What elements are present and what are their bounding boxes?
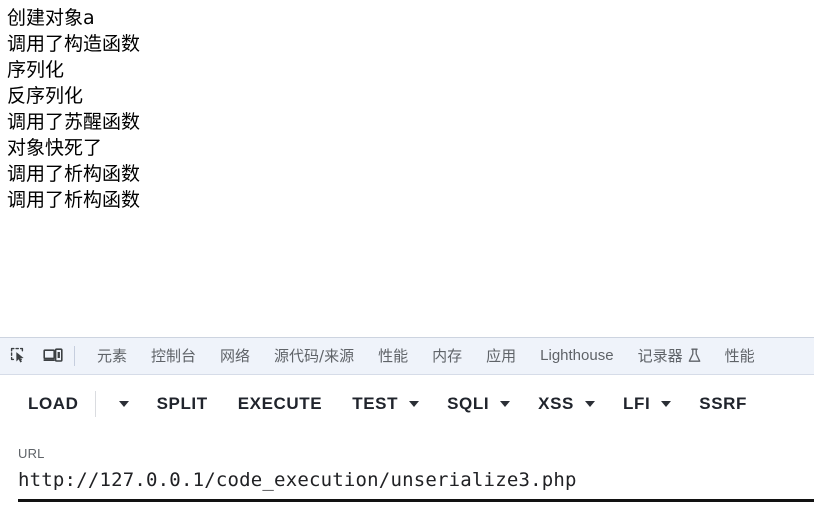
chevron-down-icon[interactable] xyxy=(118,401,129,407)
action-group-split: SPLIT xyxy=(155,388,210,420)
device-toolbar-icon[interactable] xyxy=(38,342,68,370)
action-group-execute: EXECUTE xyxy=(236,388,325,420)
lfi-chevron-down-icon[interactable] xyxy=(661,401,672,407)
page-output-area: 创建对象a 调用了构造函数 序列化反序列化调用了苏醒函数 对象快死了调用了析构函数 调用… xyxy=(0,0,814,337)
url-label: URL xyxy=(18,446,45,461)
load-separator xyxy=(94,391,96,417)
action-group-xss: XSS xyxy=(536,388,595,420)
output-line: 调用了构造函数 xyxy=(7,33,141,55)
tab-memory[interactable]: 内存 xyxy=(420,338,474,374)
tab-recorder[interactable]: 记录器 xyxy=(626,338,713,374)
tab-elements[interactable]: 元素 xyxy=(85,338,139,374)
test-button[interactable]: TEST xyxy=(350,388,400,420)
output-line: 序列化 xyxy=(7,59,65,81)
action-group-lfi: LFI xyxy=(621,388,672,420)
devtools-tab-strip: 元素 控制台 网络 源代码/来源 性能 内存 应用 Lighthouse 记录器… xyxy=(0,337,814,375)
output-line: 调用了析构函数 xyxy=(7,189,141,211)
url-field: URL xyxy=(18,446,814,514)
tab-recorder-label: 记录器 xyxy=(637,347,683,365)
xss-chevron-down-icon[interactable] xyxy=(585,401,595,407)
action-group-ssrf: SSRF xyxy=(697,388,749,420)
test-chevron-down-icon[interactable] xyxy=(409,401,420,407)
lfi-button[interactable]: LFI xyxy=(621,388,652,420)
load-button[interactable]: LOAD xyxy=(26,388,81,420)
toolbar-divider xyxy=(74,346,75,366)
output-line: 创建对象a xyxy=(7,7,95,29)
tab-performance-insights[interactable]: 性能 xyxy=(713,338,767,374)
action-group-test: TEST xyxy=(350,388,420,420)
split-button[interactable]: SPLIT xyxy=(155,388,210,420)
action-toolbar: LOAD SPLIT EXECUTE TEST SQLI XSS LFI SSR… xyxy=(0,376,814,432)
flask-icon xyxy=(688,340,701,374)
execute-button[interactable]: EXECUTE xyxy=(236,388,325,420)
url-input[interactable] xyxy=(18,462,814,498)
tab-application[interactable]: 应用 xyxy=(474,338,528,374)
tab-performance[interactable]: 性能 xyxy=(366,338,420,374)
xss-button[interactable]: XSS xyxy=(536,388,576,420)
inspect-element-icon[interactable] xyxy=(4,342,34,370)
output-line: 反序列化 xyxy=(7,85,84,107)
output-line: 调用了苏醒函数 xyxy=(7,111,141,133)
tab-lighthouse[interactable]: Lighthouse xyxy=(528,338,625,374)
sqli-chevron-down-icon[interactable] xyxy=(500,401,511,407)
tab-sources[interactable]: 源代码/来源 xyxy=(262,338,366,374)
action-group-load: LOAD xyxy=(26,388,129,420)
ssrf-button[interactable]: SSRF xyxy=(697,388,749,420)
output-line: 调用了析构函数 xyxy=(7,163,141,185)
output-line: 对象快死了 xyxy=(7,137,103,159)
url-input-underline xyxy=(18,499,814,502)
tab-network[interactable]: 网络 xyxy=(208,338,262,374)
sqli-button[interactable]: SQLI xyxy=(445,388,491,420)
tab-console[interactable]: 控制台 xyxy=(139,338,208,374)
action-group-sqli: SQLI xyxy=(445,388,511,420)
